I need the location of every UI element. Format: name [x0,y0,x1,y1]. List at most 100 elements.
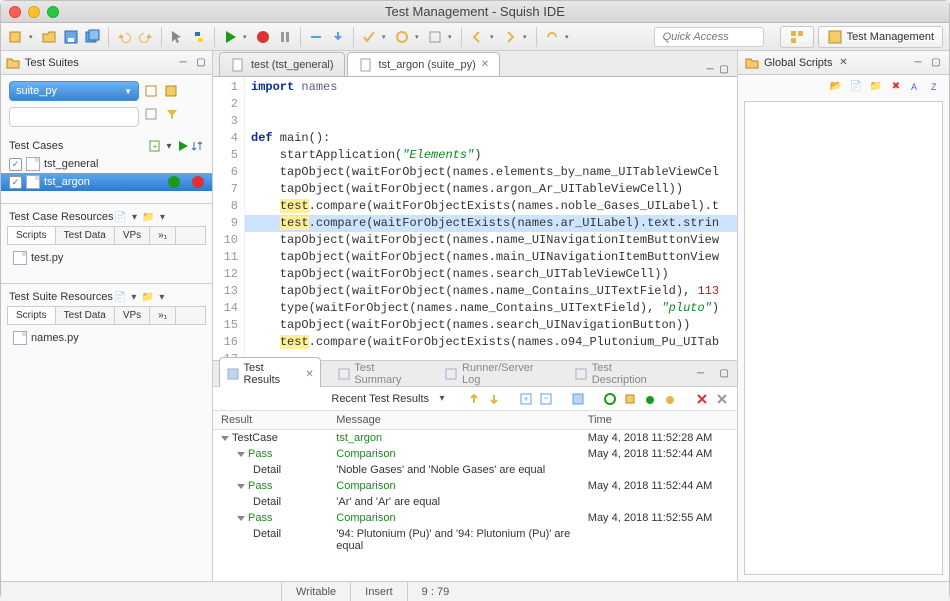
open-icon[interactable] [40,28,58,46]
new-testcase-icon[interactable] [145,84,159,98]
open-folder-icon[interactable]: 📁 [142,210,156,224]
dropdown-caret-icon[interactable]: ▾ [29,28,36,46]
result-row[interactable]: Detail'Ar' and 'Ar' are equal [213,494,737,510]
dropdown-caret-icon[interactable]: ▾ [127,290,141,304]
suite-select[interactable]: suite_py ▼ [9,81,139,101]
dropdown-caret-icon[interactable]: ▾ [156,210,170,224]
code-line[interactable]: type(waitForObject(names.name_Contains_U… [245,300,737,317]
new-resource-icon[interactable]: 📄 [114,210,128,224]
bottom-tab-test-description[interactable]: Test Description [568,357,673,390]
clear-filter-icon[interactable] [145,107,159,121]
dropdown-caret-icon[interactable]: ▾ [523,28,530,46]
delete-icon[interactable] [695,392,709,406]
report-icon[interactable] [571,392,585,406]
code-line[interactable]: import names [245,79,737,96]
testcase-tst_argon[interactable]: ✓tst_argon [1,173,212,191]
new-resource-icon[interactable]: 📄 [113,290,127,304]
editor-tab[interactable]: test (tst_general) [219,52,345,76]
code-line[interactable]: tapObject(waitForObject(names.search_UIT… [245,266,737,283]
minimize-view-icon[interactable]: ─ [911,56,925,70]
dropdown-caret-icon[interactable]: ▾ [243,28,250,46]
bug-alt-icon[interactable] [663,392,677,406]
refresh-suite-icon[interactable] [165,84,179,98]
run-icon[interactable] [168,176,180,188]
code-editor[interactable]: 1 2 3 4 5 6 7 8 9 10 11 12 13 14 15 16 1… [213,77,737,361]
pointer-icon[interactable] [168,28,186,46]
delete-icon[interactable]: ✖ [889,79,903,93]
result-row[interactable]: PassComparisonMay 4, 2018 11:52:55 AM [213,510,737,526]
step-over-icon[interactable] [307,28,325,46]
resource-tab-scripts[interactable]: Scripts [8,227,56,244]
disclosure-icon[interactable] [221,436,229,441]
collapse-icon[interactable]: − [539,392,553,406]
code-line[interactable]: tapObject(waitForObject(names.name_Conta… [245,283,737,300]
step-into-icon[interactable] [329,28,347,46]
sort-icon[interactable] [190,139,204,153]
column-time[interactable]: Time [580,411,737,430]
result-row[interactable]: TestCasetst_argonMay 4, 2018 11:52:28 AM [213,430,737,447]
pause-icon[interactable] [276,28,294,46]
run-icon[interactable] [221,28,239,46]
results-table[interactable]: ResultMessageTime TestCasetst_argonMay 4… [213,411,737,581]
resource-tab-vps[interactable]: VPs [115,307,150,324]
dropdown-caret-icon[interactable]: ▾ [448,28,455,46]
pass-filter-icon[interactable] [603,392,617,406]
new-folder-icon[interactable]: 📁 [869,79,883,93]
dropdown-caret-icon[interactable]: ▾ [382,28,389,46]
next-icon[interactable] [487,392,501,406]
dropdown-caret-icon[interactable]: ▾ [490,28,497,46]
refresh-icon[interactable] [543,28,561,46]
verify-icon[interactable] [360,28,378,46]
code-line[interactable]: test.compare(waitForObjectExists(names.n… [245,198,737,215]
filter-options-icon[interactable] [165,107,179,121]
dropdown-caret-icon[interactable]: ▾ [162,139,176,153]
result-row[interactable]: Detail'Noble Gases' and 'Noble Gases' ar… [213,462,737,478]
disclosure-icon[interactable] [237,484,245,489]
code-line[interactable] [245,113,737,130]
code-line[interactable]: test.compare(waitForObjectExists(names.o… [245,334,737,351]
new-file-icon[interactable]: 📄 [849,79,863,93]
checkpoint-icon[interactable] [393,28,411,46]
resource-tab-scripts[interactable]: Scripts [8,307,56,324]
dropdown-caret-icon[interactable]: ▾ [565,28,572,46]
maximize-view-icon[interactable]: ▢ [717,62,731,76]
open-icon[interactable]: 📂 [829,79,843,93]
bottom-tab-runner-server-log[interactable]: Runner/Server Log [438,357,558,390]
maximize-view-icon[interactable]: ▢ [194,56,208,70]
code-line[interactable]: startApplication("Elements") [245,147,737,164]
expand-icon[interactable]: + [519,392,533,406]
redo-icon[interactable] [137,28,155,46]
dropdown-caret-icon[interactable]: ▾ [128,210,142,224]
run-all-icon[interactable] [176,139,190,153]
column-message[interactable]: Message [328,411,580,430]
minimize-view-icon[interactable]: ─ [694,367,708,381]
code-line[interactable]: tapObject(waitForObject(names.search_UIN… [245,317,737,334]
back-icon[interactable] [468,28,486,46]
editor-tab[interactable]: tst_argon (suite_py)✕ [347,52,501,76]
dropdown-caret-icon[interactable]: ▾ [435,392,449,406]
close-icon[interactable]: ✕ [481,59,489,70]
new-case-icon[interactable]: + [148,139,162,153]
column-result[interactable]: Result [213,411,328,430]
maximize-view-icon[interactable]: ▢ [717,367,731,381]
code-line[interactable]: tapObject(waitForObject(names.argon_Ar_U… [245,181,737,198]
save-icon[interactable] [62,28,80,46]
file-names-py[interactable]: names.py [13,329,200,347]
code-line[interactable] [245,96,737,113]
record-icon[interactable] [254,28,272,46]
close-icon[interactable]: ✕ [305,369,313,380]
prev-icon[interactable] [467,392,481,406]
export-icon[interactable] [623,392,637,406]
record-icon[interactable] [192,176,204,188]
code-line[interactable]: tapObject(waitForObject(names.elements_b… [245,164,737,181]
code-line[interactable]: tapObject(waitForObject(names.main_UINav… [245,249,737,266]
disclosure-icon[interactable] [237,516,245,521]
open-folder-icon[interactable]: 📁 [141,290,155,304]
dropdown-caret-icon[interactable]: ▾ [415,28,422,46]
global-scripts-list[interactable] [744,101,943,575]
result-row[interactable]: Detail'94: Plutonium (Pu)' and '94: Plut… [213,526,737,554]
bottom-tab-test-summary[interactable]: Test Summary [331,357,429,390]
result-row[interactable]: PassComparisonMay 4, 2018 11:52:44 AM [213,478,737,494]
quick-access-input[interactable] [654,27,764,47]
resource-tab-»₁[interactable]: »₁ [150,227,176,244]
